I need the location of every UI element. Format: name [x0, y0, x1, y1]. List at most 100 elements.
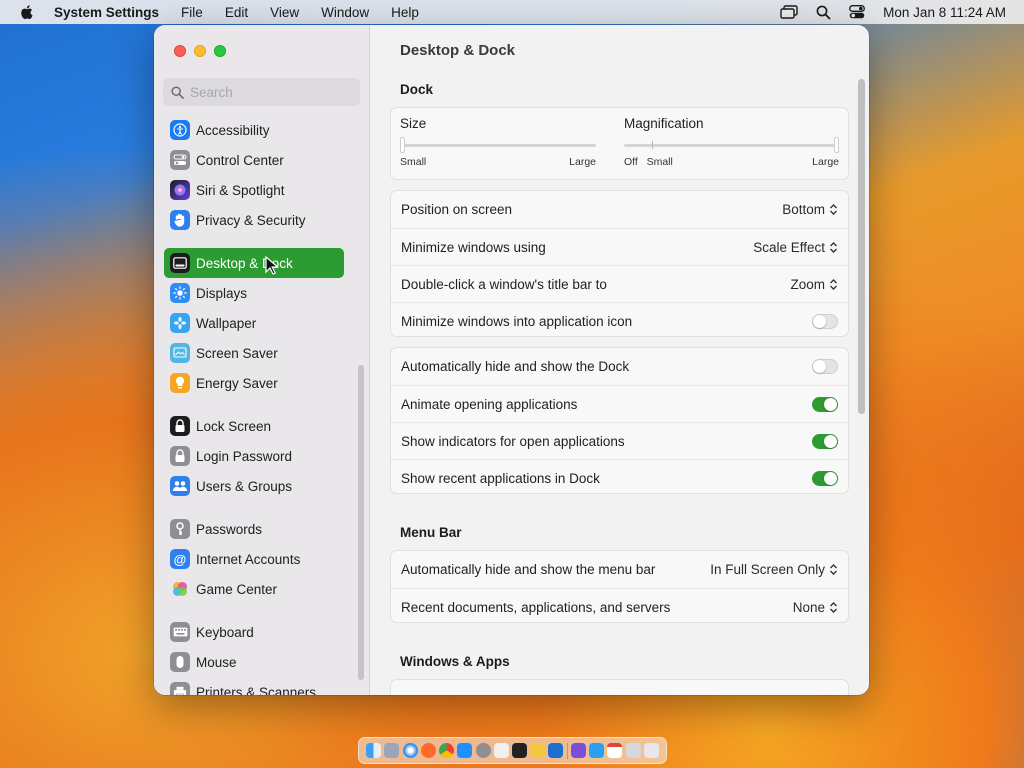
magnification-off-label: Off Small [624, 156, 673, 168]
sidebar-item-displays[interactable]: Displays [164, 278, 344, 308]
sidebar-item-internet-accounts[interactable]: @ Internet Accounts [164, 544, 344, 574]
dock-options-group: Position on screen Bottom Minimize windo… [390, 190, 849, 337]
recent-documents-row: Recent documents, applications, and serv… [391, 588, 848, 625]
size-slider[interactable] [400, 137, 596, 153]
minimize-using-row: Minimize windows using Scale Effect [391, 228, 848, 265]
row-label: Minimize windows using [401, 239, 546, 255]
calendar-icon[interactable] [607, 743, 623, 758]
magnification-slider-knob[interactable] [834, 137, 839, 153]
sidebar-item-siri-spotlight[interactable]: Siri & Spotlight [164, 175, 344, 205]
close-window-button[interactable] [174, 45, 186, 57]
autohide-menubar-row: Automatically hide and show the menu bar… [391, 551, 848, 588]
section-title-menu-bar: Menu Bar [400, 525, 462, 540]
minimize-effect-popup[interactable]: Scale Effect [753, 240, 838, 255]
size-slider-knob[interactable] [400, 137, 405, 153]
sidebar-item-lock-screen[interactable]: Lock Screen [164, 411, 344, 441]
sidebar-item-label: Login Password [196, 448, 293, 464]
spotlight-search-icon[interactable] [816, 5, 831, 20]
firefox-icon[interactable] [420, 743, 436, 758]
row-label: Double-click a window's title bar to [401, 276, 607, 292]
chevron-up-down-icon [830, 564, 837, 575]
sidebar-item-privacy-security[interactable]: Privacy & Security [164, 205, 344, 235]
launchpad-icon[interactable] [384, 743, 400, 758]
sidebar-item-game-center[interactable]: Game Center [164, 574, 344, 604]
sidebar-item-login-password[interactable]: Login Password [164, 441, 344, 471]
size-slider-group: Size Small Large [400, 116, 596, 168]
sidebar-item-printers-scanners[interactable]: Printers & Scanners [164, 677, 344, 695]
sidebar-item-label: Control Center [196, 152, 284, 168]
double-click-row: Double-click a window's title bar to Zoo… [391, 265, 848, 302]
menu-edit[interactable]: Edit [225, 5, 248, 20]
magnification-label: Magnification [624, 116, 704, 131]
users-icon [170, 476, 190, 496]
double-click-popup[interactable]: Zoom [790, 277, 838, 292]
finder-icon[interactable] [366, 743, 382, 758]
menu-bar: System Settings File Edit View Window He… [0, 0, 1024, 24]
menu-view[interactable]: View [270, 5, 299, 20]
magnification-slider-ends: Off Small Large [624, 156, 839, 168]
sidebar-item-accessibility[interactable]: Accessibility [164, 115, 344, 145]
screen-mirroring-icon[interactable] [780, 5, 798, 19]
show-indicators-toggle[interactable] [812, 433, 838, 449]
magnification-slider[interactable] [624, 137, 839, 153]
dock-toggles-group: Automatically hide and show the Dock Ani… [390, 347, 849, 494]
screen-saver-icon [170, 343, 190, 363]
mouse-icon [170, 652, 190, 672]
sidebar-item-desktop-dock[interactable]: Desktop & Dock [164, 248, 344, 278]
size-slider-ends: Small Large [400, 156, 596, 168]
sidebar-item-wallpaper[interactable]: Wallpaper [164, 308, 344, 338]
magnification-tick [652, 141, 653, 149]
show-recent-apps-row: Show recent applications in Dock [391, 459, 848, 496]
sidebar-item-screen-saver[interactable]: Screen Saver [164, 338, 344, 368]
system-settings-icon[interactable] [475, 743, 491, 758]
visual-studio-icon[interactable] [570, 743, 586, 758]
safari-icon[interactable] [402, 743, 418, 758]
control-center-icon[interactable] [849, 5, 866, 19]
show-recent-apps-toggle[interactable] [812, 470, 838, 486]
trash-icon[interactable] [643, 743, 659, 758]
downloads-icon[interactable] [625, 743, 641, 758]
search-input[interactable] [190, 84, 350, 100]
sidebar-item-label: Siri & Spotlight [196, 182, 285, 198]
autohide-dock-toggle[interactable] [812, 359, 838, 374]
sidebar-item-label: Game Center [196, 581, 278, 597]
minimize-window-button[interactable] [194, 45, 206, 57]
show-indicators-row: Show indicators for open applications [391, 422, 848, 459]
zoom-window-button[interactable] [214, 45, 226, 57]
sidebar-item-energy-saver[interactable]: Energy Saver [164, 368, 344, 398]
menu-window[interactable]: Window [321, 5, 369, 20]
sidebar-item-label: Screen Saver [196, 345, 278, 361]
vscode-icon[interactable] [548, 743, 564, 758]
sidebar-item-keyboard[interactable]: Keyboard [164, 617, 344, 647]
sidebar-item-label: Users & Groups [196, 478, 293, 494]
minimize-into-icon-toggle[interactable] [812, 313, 838, 329]
menu-file[interactable]: File [181, 5, 203, 20]
menu-help[interactable]: Help [391, 5, 419, 20]
printer-icon [170, 682, 190, 695]
files-icon[interactable] [589, 743, 605, 758]
row-label: Position on screen [401, 202, 513, 217]
apple-menu-icon[interactable] [18, 3, 36, 21]
menu-clock[interactable]: Mon Jan 8 11:24 AM [883, 5, 1006, 20]
text-edit-icon[interactable] [493, 743, 509, 758]
hand-icon [170, 210, 190, 230]
recent-documents-popup[interactable]: None [793, 600, 838, 615]
menu-app-name[interactable]: System Settings [54, 5, 159, 20]
menu-bar-group: Automatically hide and show the menu bar… [390, 550, 849, 623]
animate-opening-toggle[interactable] [812, 396, 838, 412]
autohide-menubar-popup[interactable]: In Full Screen Only [710, 562, 838, 577]
notes-icon[interactable] [530, 743, 546, 758]
app-store-icon[interactable] [457, 743, 473, 758]
sidebar-item-control-center[interactable]: Control Center [164, 145, 344, 175]
position-popup[interactable]: Bottom [782, 202, 838, 217]
sidebar-item-mouse[interactable]: Mouse [164, 647, 344, 677]
main-scrollbar[interactable] [858, 79, 865, 414]
sidebar-item-users-groups[interactable]: Users & Groups [164, 471, 344, 501]
dock-size-group: Size Small Large Magnification Off Small [390, 107, 849, 180]
terminal-icon[interactable] [511, 743, 527, 758]
keyboard-icon [170, 622, 190, 642]
sidebar-search[interactable] [163, 78, 360, 106]
chrome-icon[interactable] [439, 743, 455, 758]
sidebar-scrollbar[interactable] [358, 365, 364, 680]
sidebar-item-passwords[interactable]: Passwords [164, 514, 344, 544]
